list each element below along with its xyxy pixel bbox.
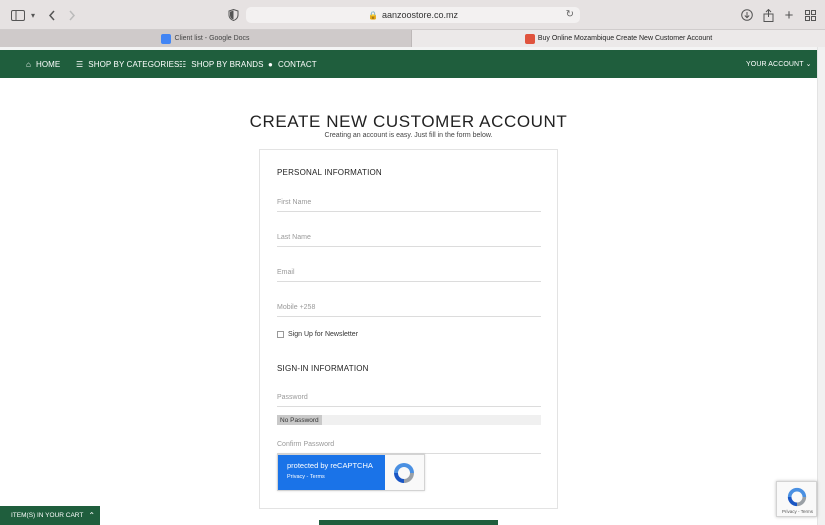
menu-icon: ☰ bbox=[76, 59, 84, 69]
tab-label: Buy Online Mozambique Create New Custome… bbox=[537, 35, 713, 42]
sidebar-toggle-icon[interactable] bbox=[10, 6, 26, 24]
chevron-up-icon: ⌃ bbox=[88, 511, 96, 520]
recaptcha-logo-icon bbox=[394, 463, 414, 483]
nav-contact[interactable]: ● CONTACT bbox=[268, 50, 317, 78]
home-icon: ⌂ bbox=[26, 59, 31, 69]
recaptcha-badge-links[interactable]: Privacy - Terms bbox=[777, 509, 818, 514]
browser-toolbar: ▾ 🔒 aanzoostore.co.mz ↻ + bbox=[0, 0, 825, 30]
nav-brands[interactable]: ☷ SHOP BY BRANDS bbox=[179, 50, 264, 78]
nav-account[interactable]: YOUR ACCOUNT ⌄ bbox=[746, 50, 812, 78]
nav-brands-label: SHOP BY BRANDS bbox=[191, 59, 264, 69]
recaptcha-links[interactable]: Privacy - Terms bbox=[287, 474, 385, 480]
privacy-shield-icon[interactable] bbox=[226, 6, 240, 24]
first-name-field[interactable]: First Name bbox=[277, 194, 541, 212]
last-name-field[interactable]: Last Name bbox=[277, 229, 541, 247]
newsletter-checkbox[interactable] bbox=[277, 331, 284, 338]
page-subtitle: Creating an account is easy. Just fill i… bbox=[324, 132, 493, 139]
nav-categories[interactable]: ☰ SHOP BY CATEGORIES bbox=[76, 50, 179, 78]
back-icon[interactable] bbox=[46, 6, 58, 24]
site-nav: ⌂ HOME ☰ SHOP BY CATEGORIES ☷ SHOP BY BR… bbox=[0, 50, 817, 78]
page-title: CREATE NEW CUSTOMER ACCOUNT bbox=[249, 112, 568, 131]
recaptcha-widget[interactable]: protected by reCAPTCHA Privacy - Terms bbox=[277, 454, 425, 491]
tab-overview-icon[interactable] bbox=[803, 6, 817, 24]
page-scrollbar[interactable] bbox=[817, 47, 825, 525]
recaptcha-protected-text: protected by reCAPTCHA bbox=[287, 461, 373, 470]
chevron-down-icon: ⌄ bbox=[805, 61, 812, 68]
address-bar[interactable]: 🔒 aanzoostore.co.mz ↻ bbox=[246, 7, 580, 23]
nav-categories-label: SHOP BY CATEGORIES bbox=[88, 59, 180, 69]
user-icon: ● bbox=[268, 59, 273, 69]
tab-create-account[interactable]: Buy Online Mozambique Create New Custome… bbox=[412, 30, 825, 47]
lock-icon: 🔒 bbox=[367, 10, 378, 20]
nav-account-label: YOUR ACCOUNT bbox=[746, 60, 804, 68]
forward-icon[interactable] bbox=[66, 6, 78, 24]
google-docs-icon bbox=[161, 33, 172, 44]
nav-contact-label: CONTACT bbox=[277, 59, 317, 69]
mobile-field[interactable]: Mobile +258 bbox=[277, 299, 541, 317]
registration-form: PERSONAL INFORMATION First Name Last Nam… bbox=[259, 149, 558, 509]
cart-label: ITEM(S) IN YOUR CART bbox=[11, 512, 84, 519]
share-icon[interactable] bbox=[761, 6, 775, 24]
nav-home-label: HOME bbox=[35, 59, 61, 69]
newsletter-label[interactable]: Sign Up for Newsletter bbox=[288, 331, 358, 338]
create-account-button[interactable] bbox=[319, 520, 498, 525]
tab-label: Client list - Google Docs bbox=[174, 35, 250, 42]
download-icon[interactable] bbox=[740, 6, 754, 24]
recaptcha-logo-icon bbox=[787, 487, 807, 507]
password-strength-meter: No Password bbox=[277, 415, 541, 425]
url-text: aanzoostore.co.mz bbox=[381, 10, 458, 20]
tab-bar: Client list - Google Docs Buy Online Moz… bbox=[0, 30, 825, 47]
new-tab-icon[interactable]: + bbox=[782, 6, 796, 24]
email-field[interactable]: Email bbox=[277, 264, 541, 282]
cart-bar[interactable]: ITEM(S) IN YOUR CART ⌃ bbox=[0, 506, 100, 525]
chevron-down-icon[interactable]: ▾ bbox=[28, 6, 38, 24]
signin-info-heading: SIGN-IN INFORMATION bbox=[277, 364, 369, 373]
recaptcha-info: protected by reCAPTCHA Privacy - Terms bbox=[278, 455, 385, 490]
newsletter-row: Sign Up for Newsletter bbox=[277, 331, 358, 338]
confirm-password-field[interactable]: Confirm Password bbox=[277, 436, 541, 454]
tab-client-list[interactable]: Client list - Google Docs bbox=[0, 30, 412, 47]
password-field[interactable]: Password bbox=[277, 389, 541, 407]
list-icon: ☷ bbox=[179, 59, 187, 69]
personal-info-heading: PERSONAL INFORMATION bbox=[277, 168, 382, 177]
password-strength-label: No Password bbox=[277, 415, 322, 425]
reload-icon[interactable]: ↻ bbox=[566, 9, 574, 20]
store-favicon-icon bbox=[524, 33, 535, 44]
nav-home[interactable]: ⌂ HOME bbox=[26, 50, 60, 78]
recaptcha-badge[interactable]: Privacy - Terms bbox=[776, 481, 817, 517]
